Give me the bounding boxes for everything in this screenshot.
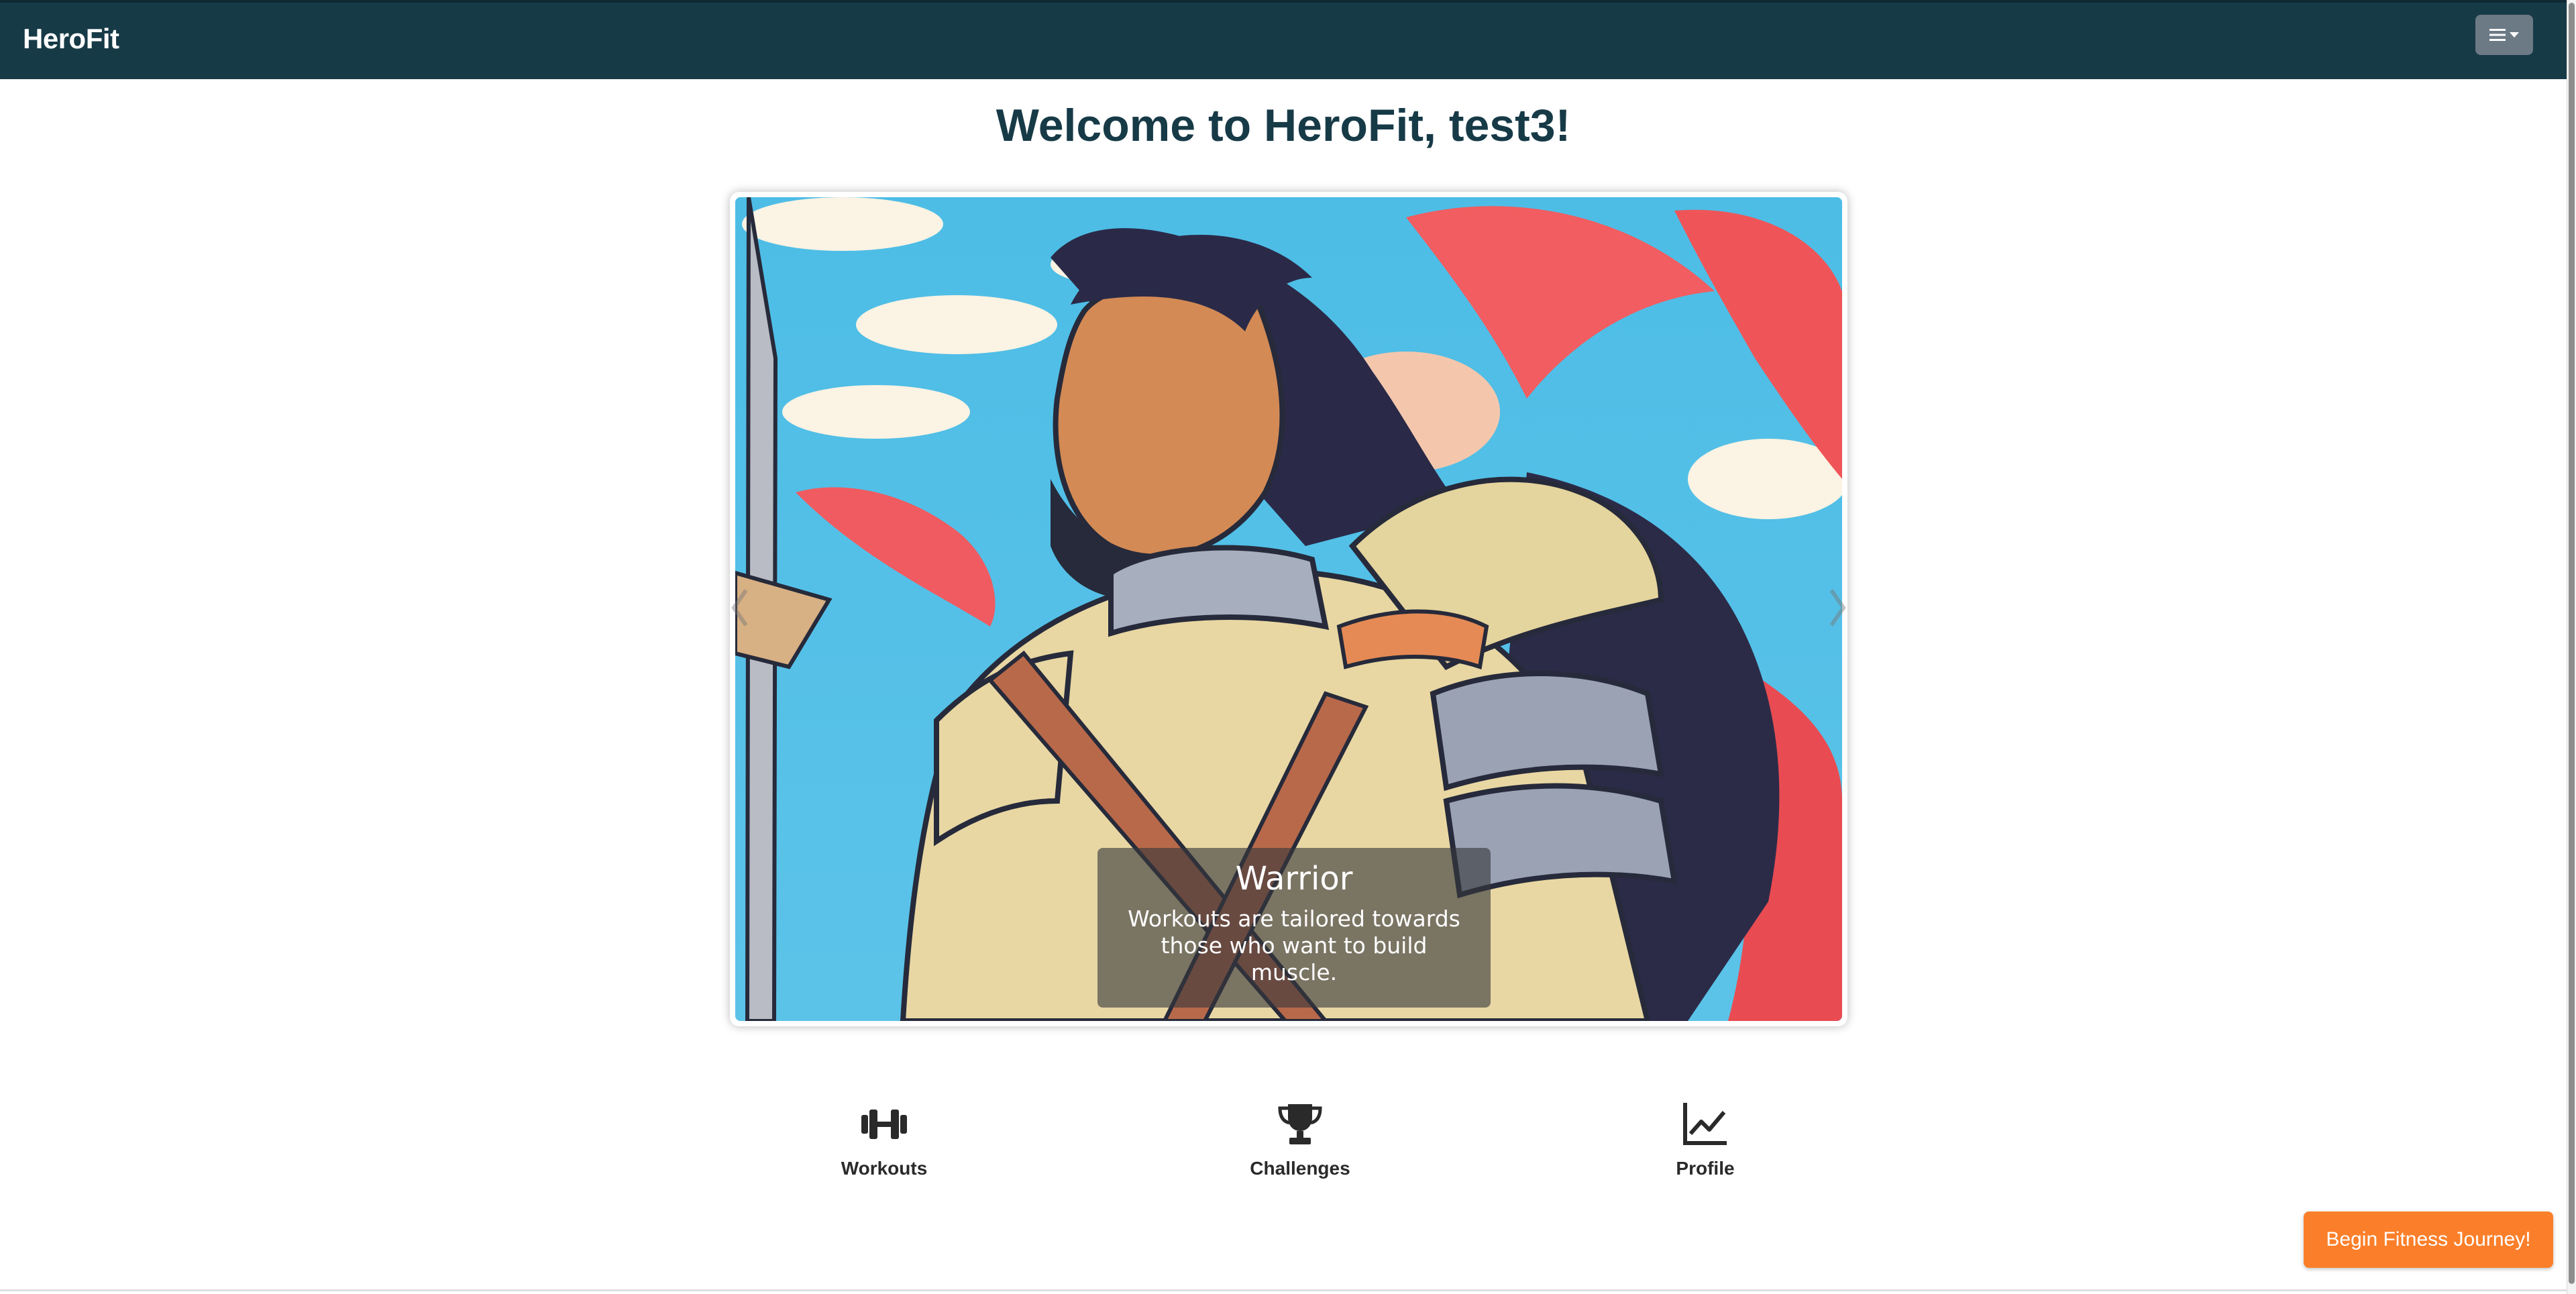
quick-link-profile[interactable]: Profile xyxy=(1618,1100,1792,1179)
scrollbar-thumb[interactable] xyxy=(2569,3,2575,1284)
chevron-left-icon xyxy=(731,589,748,627)
carousel-prev-button[interactable] xyxy=(730,588,750,628)
carousel-caption: Warrior Workouts are tailored towards th… xyxy=(1097,848,1491,1008)
carousel-next-button[interactable] xyxy=(1827,588,1847,628)
caption-text: Workouts are tailored towards those who … xyxy=(1128,906,1460,985)
quick-link-workouts[interactable]: Workouts xyxy=(797,1100,971,1179)
hamburger-menu-icon xyxy=(2489,29,2506,41)
welcome-title: Welcome to HeroFit, test3! xyxy=(996,100,1571,151)
quick-link-profile-label: Profile xyxy=(1676,1158,1735,1179)
menu-toggle-button[interactable] xyxy=(2475,15,2533,55)
trophy-icon xyxy=(1278,1104,1322,1144)
quick-link-challenges-label: Challenges xyxy=(1250,1158,1350,1179)
caret-down-icon xyxy=(2510,32,2519,38)
quick-link-challenges[interactable]: Challenges xyxy=(1213,1100,1387,1179)
begin-fitness-journey-button[interactable]: Begin Fitness Journey! xyxy=(2304,1211,2553,1268)
warrior-illustration: Warrior Workouts are tailored towards th… xyxy=(735,197,1842,1021)
chevron-right-icon xyxy=(1829,589,1846,627)
hero-carousel: Warrior Workouts are tailored towards th… xyxy=(730,192,1847,1026)
page-scrollbar[interactable] xyxy=(2567,0,2576,1294)
navbar: HeroFit xyxy=(0,0,2567,79)
page-bottom-divider xyxy=(0,1289,2567,1291)
quick-link-workouts-label: Workouts xyxy=(841,1158,928,1179)
caption-title: Warrior xyxy=(1235,860,1353,898)
chart-line-icon xyxy=(1683,1103,1727,1145)
dumbbell-icon xyxy=(861,1110,907,1139)
brand-link[interactable]: HeroFit xyxy=(23,23,119,55)
